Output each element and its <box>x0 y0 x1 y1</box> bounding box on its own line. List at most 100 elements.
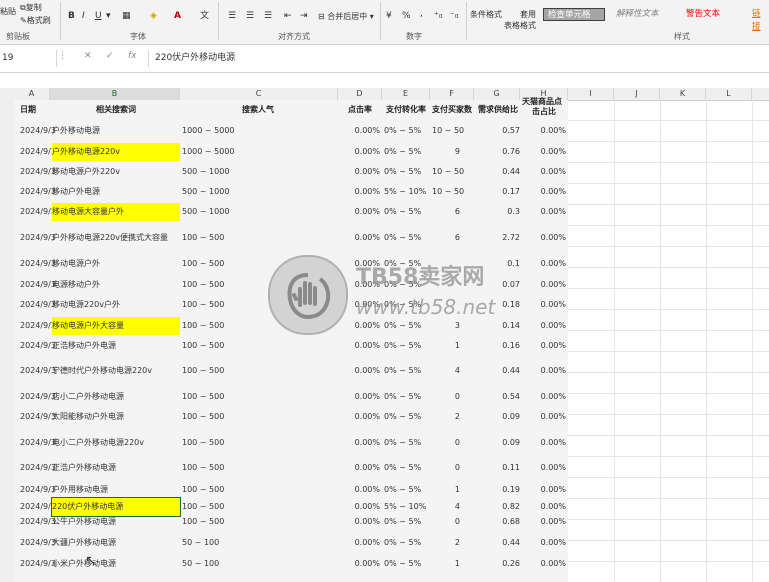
cell-supply[interactable]: 2.72 <box>484 231 520 245</box>
phonetic-icon[interactable]: 文 <box>200 10 209 22</box>
indent-icon[interactable]: ⇤ <box>284 10 292 22</box>
cell-keyword[interactable]: 户外移动电源220v便携式大容量 <box>52 231 180 245</box>
cell-tmall[interactable]: 0.00% <box>526 145 566 159</box>
column-header-i[interactable]: I <box>568 88 614 100</box>
align-left-icon[interactable]: ☰ <box>228 10 236 22</box>
cell-supply[interactable]: 0.44 <box>484 364 520 378</box>
decimal-increase-icon[interactable]: ⁺₀ <box>434 10 442 22</box>
confirm-icon[interactable]: ✓ <box>106 51 114 61</box>
cell-popularity[interactable]: 100 ~ 500 <box>182 298 282 312</box>
column-header-e[interactable]: E <box>382 88 430 100</box>
cell-supply[interactable]: 0.09 <box>484 410 520 424</box>
cell-buyers[interactable]: 4 <box>418 364 460 378</box>
cell-supply[interactable]: 0.54 <box>484 390 520 404</box>
cell-supply[interactable]: 0.44 <box>484 536 520 550</box>
cell-ctr[interactable]: 0.00% <box>344 557 380 571</box>
cell-tmall[interactable]: 0.00% <box>526 461 566 475</box>
cell-popularity[interactable]: 500 ~ 1000 <box>182 205 282 219</box>
cell-ctr[interactable]: 0.00% <box>344 436 380 450</box>
cell-ctr[interactable]: 0.00% <box>344 500 380 514</box>
border-icon[interactable]: ▦ <box>122 10 131 22</box>
underline-button[interactable]: U <box>95 10 102 22</box>
align-center-icon[interactable]: ☰ <box>246 10 254 22</box>
cell-keyword[interactable]: 公牛户外移动电源 <box>52 515 180 529</box>
cell-popularity[interactable]: 100 ~ 500 <box>182 436 282 450</box>
font-color-icon[interactable]: A <box>174 10 181 22</box>
format-painter-button[interactable]: ✎格式刷 <box>20 15 51 26</box>
cell-keyword[interactable]: 小米户外移动电源 <box>52 557 180 571</box>
cell-ctr[interactable]: 0.00% <box>344 515 380 529</box>
fx-icon[interactable]: fx <box>128 51 137 61</box>
cell-supply[interactable]: 0.09 <box>484 436 520 450</box>
cell-ctr[interactable]: 0.00% <box>344 364 380 378</box>
cell-keyword[interactable]: 太阳能移动户外电源 <box>52 410 180 424</box>
style-check-cell[interactable]: 检查单元格 <box>543 8 605 21</box>
cell-tmall[interactable]: 0.00% <box>526 436 566 450</box>
cell-supply[interactable]: 0.3 <box>484 205 520 219</box>
style-explanatory[interactable]: 解释性文本 <box>612 8 674 21</box>
underline-dropdown-icon[interactable]: ▾ <box>106 10 111 22</box>
paste-button[interactable]: 粘贴 <box>0 6 16 17</box>
apply-format-label[interactable]: 套用 <box>520 9 536 20</box>
cell-buyers[interactable]: 1 <box>418 339 460 353</box>
cell-buyers[interactable]: 0 <box>418 390 460 404</box>
cell-tmall[interactable]: 0.00% <box>526 298 566 312</box>
cell-popularity[interactable]: 100 ~ 500 <box>182 515 282 529</box>
column-header-l[interactable]: L <box>706 88 752 100</box>
cell-ctr[interactable]: 0.00% <box>344 124 380 138</box>
cell-popularity[interactable]: 100 ~ 500 <box>182 319 282 333</box>
cell-keyword[interactable]: 店小二户外移动电源 <box>52 390 180 404</box>
cell-keyword[interactable]: 移动电源户外220v <box>52 165 180 179</box>
cell-keyword[interactable]: 移动电源大容量户外 <box>52 203 180 221</box>
cell-buyers[interactable]: 2 <box>418 536 460 550</box>
cell-buyers[interactable]: 6 <box>418 205 460 219</box>
cell-tmall[interactable]: 0.00% <box>526 124 566 138</box>
cell-popularity[interactable]: 500 ~ 1000 <box>182 165 282 179</box>
cell-tmall[interactable]: 0.00% <box>526 165 566 179</box>
cell-popularity[interactable]: 100 ~ 500 <box>182 390 282 404</box>
cell-popularity[interactable]: 100 ~ 500 <box>182 483 282 497</box>
outdent-icon[interactable]: ⇥ <box>300 10 308 22</box>
cell-tmall[interactable]: 0.00% <box>526 231 566 245</box>
cell-ctr[interactable]: 0.00% <box>344 461 380 475</box>
cell-popularity[interactable]: 100 ~ 500 <box>182 257 282 271</box>
cell-tmall[interactable]: 0.00% <box>526 185 566 199</box>
cell-tmall[interactable]: 0.00% <box>526 390 566 404</box>
cell-keyword[interactable]: 移动电源220v户外 <box>52 298 180 312</box>
cell-buyers[interactable]: 2 <box>418 410 460 424</box>
cell-popularity[interactable]: 100 ~ 500 <box>182 364 282 378</box>
column-header-d[interactable]: D <box>338 88 382 100</box>
table-format-button[interactable]: 表格格式 <box>504 20 536 31</box>
align-right-icon[interactable]: ☰ <box>264 10 272 22</box>
cell-tmall[interactable]: 0.00% <box>526 557 566 571</box>
cell-ctr[interactable]: 0.00% <box>344 145 380 159</box>
cell-popularity[interactable]: 100 ~ 500 <box>182 339 282 353</box>
cell-supply[interactable]: 0.68 <box>484 515 520 529</box>
cell-keyword[interactable]: 正浩户外移动电源 <box>52 461 180 475</box>
cell-buyers[interactable]: 1 <box>418 483 460 497</box>
cell-keyword[interactable]: 220伏户外移动电源 <box>51 497 181 517</box>
fill-color-icon[interactable]: ◈ <box>150 10 157 22</box>
percent-button[interactable]: % <box>402 10 411 22</box>
cell-ctr[interactable]: 0.00% <box>344 165 380 179</box>
conditional-format-button[interactable]: 条件格式 <box>470 9 502 20</box>
cell-popularity[interactable]: 500 ~ 1000 <box>182 185 282 199</box>
cell-tmall[interactable]: 0.00% <box>526 364 566 378</box>
column-header-c[interactable]: C <box>180 88 338 100</box>
cell-buyers[interactable]: 0 <box>418 515 460 529</box>
cell-ctr[interactable]: 0.00% <box>344 185 380 199</box>
cell-ctr[interactable]: 0.00% <box>344 390 380 404</box>
cell-keyword[interactable]: 电小二户外移动电源220v <box>52 436 180 450</box>
cell-buyers[interactable]: 9 <box>418 145 460 159</box>
comma-button[interactable]: , <box>420 8 423 20</box>
style-link[interactable]: 链接 <box>748 8 769 32</box>
cell-popularity[interactable]: 100 ~ 500 <box>182 500 282 514</box>
cell-supply[interactable]: 0.11 <box>484 461 520 475</box>
cell-keyword[interactable]: 宁德时代户外移动电源220v <box>52 364 180 378</box>
column-header-j[interactable]: J <box>614 88 660 100</box>
cell-keyword[interactable]: 大疆户外移动电源 <box>52 536 180 550</box>
italic-button[interactable]: I <box>82 10 85 22</box>
merge-center-button[interactable]: ⊟ 合并后居中 ▾ <box>318 11 374 22</box>
cell-popularity[interactable]: 50 ~ 100 <box>182 557 282 571</box>
cell-keyword[interactable]: 户外移动电源 <box>52 124 180 138</box>
